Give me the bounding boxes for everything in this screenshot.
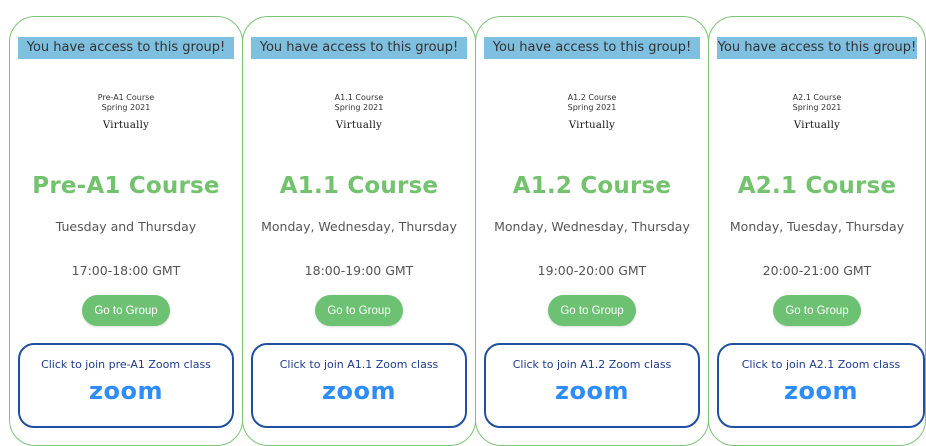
access-banner: You have access to this group!	[18, 37, 234, 59]
course-days: Monday, Tuesday, Thursday	[729, 219, 905, 234]
zoom-join-link[interactable]: Click to join pre-A1 Zoom class zoom	[18, 343, 234, 428]
course-card-pre-a1: You have access to this group! Pre-A1 Co…	[9, 16, 243, 446]
logo-course-name: A1.1 Course	[334, 93, 384, 102]
access-banner: You have access to this group!	[717, 37, 917, 59]
zoom-join-link[interactable]: Click to join A1.2 Zoom class zoom	[484, 343, 700, 428]
course-logo: Pre-A1 Course Spring 2021 Virtually	[10, 93, 242, 131]
logo-course-name: A1.2 Course	[567, 93, 617, 102]
course-time: 18:00-19:00 GMT	[304, 263, 414, 278]
course-card-a1-1: You have access to this group! A1.1 Cour…	[242, 16, 476, 446]
logo-term: Spring 2021	[101, 103, 151, 112]
logo-brand: Virtually	[102, 120, 150, 131]
course-title: Pre-A1 Course	[32, 173, 220, 199]
course-days: Monday, Wednesday, Thursday	[261, 219, 457, 234]
access-banner: You have access to this group!	[484, 37, 700, 59]
go-to-group-button[interactable]: Go to Group	[548, 295, 636, 326]
logo-term: Spring 2021	[334, 103, 384, 112]
course-card-a2-1: You have access to this group! A2.1 Cour…	[708, 16, 926, 446]
zoom-logo: zoom	[89, 377, 163, 405]
logo-brand: Virtually	[793, 120, 841, 131]
zoom-join-text: Click to join A1.1 Zoom class	[279, 358, 439, 371]
zoom-logo: zoom	[555, 377, 629, 405]
logo-course-name: Pre-A1 Course	[97, 93, 155, 102]
course-logo: A1.1 Course Spring 2021 Virtually	[243, 93, 475, 131]
course-logo: A1.2 Course Spring 2021 Virtually	[476, 93, 708, 131]
course-time: 20:00-21:00 GMT	[762, 263, 872, 278]
logo-brand: Virtually	[335, 120, 383, 131]
zoom-join-link[interactable]: Click to join A1.1 Zoom class zoom	[251, 343, 467, 428]
go-to-group-button[interactable]: Go to Group	[773, 295, 861, 326]
logo-term: Spring 2021	[792, 103, 842, 112]
course-title: A2.1 Course	[737, 173, 897, 199]
zoom-join-link[interactable]: Click to join A2.1 Zoom class zoom	[717, 343, 925, 428]
course-days: Tuesday and Thursday	[55, 219, 197, 234]
go-to-group-button[interactable]: Go to Group	[82, 295, 170, 326]
zoom-logo: zoom	[784, 377, 858, 405]
go-to-group-button[interactable]: Go to Group	[315, 295, 403, 326]
course-title: A1.1 Course	[279, 173, 439, 199]
course-title: A1.2 Course	[512, 173, 672, 199]
zoom-logo: zoom	[322, 377, 396, 405]
zoom-join-text: Click to join A1.2 Zoom class	[512, 358, 672, 371]
course-logo: A2.1 Course Spring 2021 Virtually	[709, 93, 925, 131]
zoom-join-text: Click to join A2.1 Zoom class	[741, 358, 901, 371]
logo-term: Spring 2021	[567, 103, 617, 112]
course-card-a1-2: You have access to this group! A1.2 Cour…	[475, 16, 709, 446]
logo-course-name: A2.1 Course	[792, 93, 842, 102]
zoom-join-text: Click to join pre-A1 Zoom class	[41, 358, 211, 371]
access-banner: You have access to this group!	[251, 37, 467, 59]
course-days: Monday, Wednesday, Thursday	[494, 219, 690, 234]
logo-brand: Virtually	[568, 120, 616, 131]
course-time: 19:00-20:00 GMT	[537, 263, 647, 278]
course-time: 17:00-18:00 GMT	[71, 263, 181, 278]
